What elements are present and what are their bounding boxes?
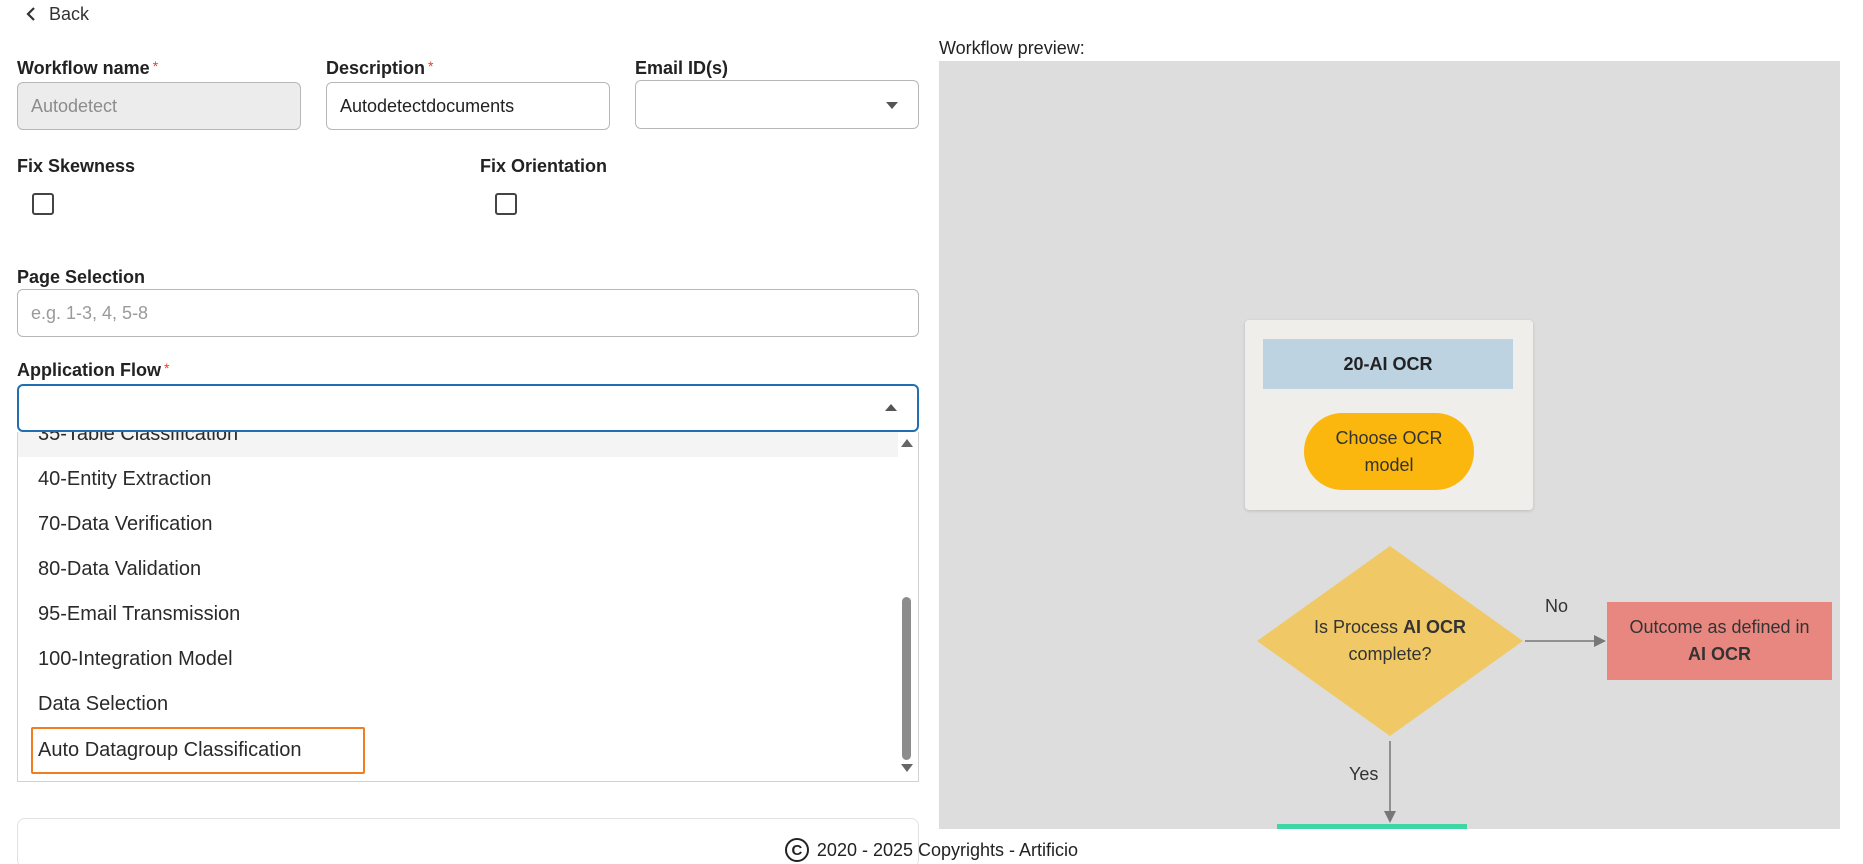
required-mark: *	[152, 58, 159, 74]
description-value: Autodetectdocuments	[340, 95, 515, 116]
outcome-node: Outcome as defined in AI OCR	[1607, 602, 1832, 680]
option-auto-datagroup-classification[interactable]: Auto Datagroup Classification	[18, 728, 898, 773]
description-label-text: Description	[326, 58, 426, 78]
workflow-name-value: Autodetect	[31, 95, 118, 116]
email-ids-label: Email ID(s)	[635, 58, 728, 79]
description-label: Description *	[326, 58, 433, 79]
decision-prefix: Is Process	[1313, 617, 1404, 637]
email-ids-select[interactable]	[635, 80, 919, 129]
decision-text: Is Process AI OCR complete?	[1257, 546, 1523, 736]
option-data-validation[interactable]: 80-Data Validation	[18, 547, 898, 592]
required-mark: *	[428, 58, 434, 74]
arrow-right-icon	[1594, 635, 1606, 647]
outcome-process-name: AI OCR	[1688, 644, 1751, 664]
option-email-transmission[interactable]: 95-Email Transmission	[18, 592, 898, 637]
application-flow-select[interactable]	[17, 384, 919, 432]
no-label: No	[1545, 596, 1569, 616]
option-integration-model[interactable]: 100-Integration Model	[18, 637, 898, 682]
chevron-down-icon	[886, 101, 898, 109]
fix-skewness-checkbox[interactable]	[32, 193, 54, 215]
next-step-node	[1277, 824, 1467, 829]
yes-label: Yes	[1349, 764, 1379, 784]
option-entity-extraction[interactable]: 40-Entity Extraction	[18, 457, 898, 502]
page-selection-input[interactable]: e.g. 1-3, 4, 5-8	[17, 289, 919, 337]
fix-skewness-label: Fix Skewness	[17, 156, 136, 176]
workflow-preview-canvas: 20-AI OCR Choose OCR model Is Process AI…	[939, 61, 1840, 829]
decision-process-name: AI OCR	[1403, 617, 1467, 637]
email-ids-label-text: Email ID(s)	[635, 58, 729, 78]
option-data-selection[interactable]: Data Selection	[18, 682, 898, 727]
chevron-up-icon	[885, 404, 897, 411]
fix-orientation-label: Fix Orientation	[480, 156, 608, 176]
option-data-verification[interactable]: 70-Data Verification	[18, 502, 898, 547]
decision-suffix: complete?	[1348, 644, 1432, 664]
scrollbar-thumb[interactable]	[902, 597, 911, 760]
page-selection-placeholder: e.g. 1-3, 4, 5-8	[31, 302, 149, 323]
description-input[interactable]: Autodetectdocuments	[326, 82, 610, 130]
fix-orientation-checkbox[interactable]	[495, 193, 517, 215]
outcome-text: Outcome as defined in	[1629, 617, 1810, 637]
copyright-icon: C	[784, 838, 809, 862]
workflow-name-label: Workflow name *	[17, 58, 158, 79]
arrow-down-icon	[1384, 811, 1396, 823]
chevron-left-icon	[26, 7, 35, 21]
application-flow-options[interactable]: 35-Table Classification 40-Entity Extrac…	[17, 432, 919, 782]
decision-node: Is Process AI OCR complete?	[1257, 546, 1523, 736]
workflow-name-input[interactable]: Autodetect	[17, 82, 301, 130]
option-table-classification[interactable]: 35-Table Classification	[18, 432, 898, 457]
workflow-name-label-text: Workflow name	[17, 58, 150, 78]
required-mark: *	[164, 360, 170, 376]
application-flow-label: Application Flow *	[17, 360, 169, 381]
scroll-up-arrow-icon[interactable]	[901, 439, 913, 447]
back-label: Back	[49, 3, 90, 24]
scroll-down-arrow-icon[interactable]	[901, 764, 913, 772]
application-flow-label-text: Application Flow	[17, 360, 161, 380]
footer-text: 2020 - 2025 Copyrights - Artificio	[816, 839, 1079, 860]
page-selection-label: Page Selection	[17, 267, 146, 287]
back-button[interactable]: Back	[17, 0, 100, 28]
workflow-preview-label: Workflow preview:	[939, 38, 1085, 58]
footer: C 2020 - 2025 Copyrights - Artificio	[0, 836, 1863, 864]
